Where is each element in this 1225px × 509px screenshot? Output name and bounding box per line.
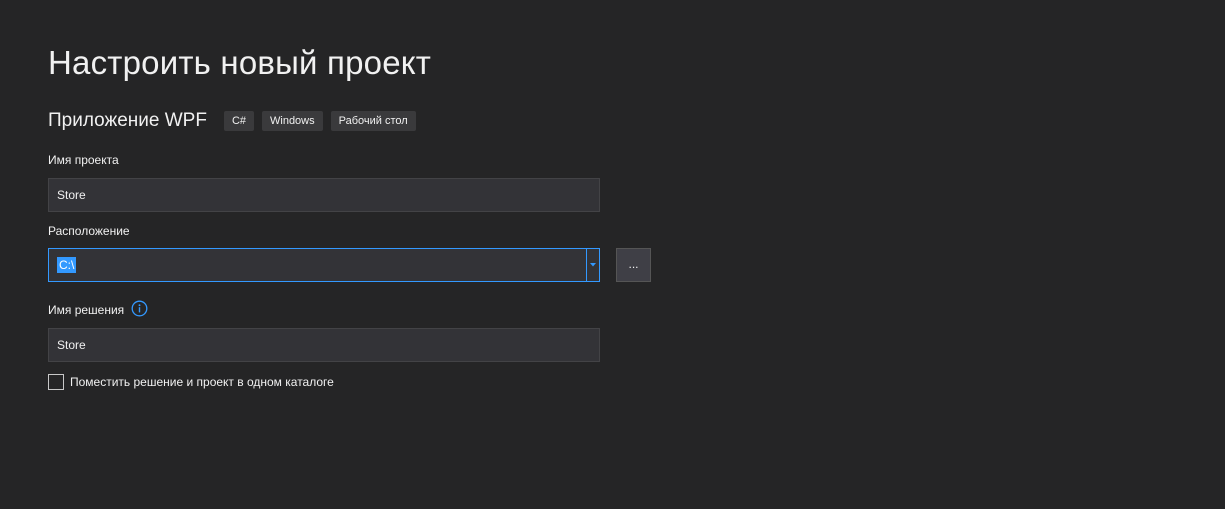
- tag-language: C#: [223, 111, 254, 131]
- solution-name-input[interactable]: Store: [48, 328, 600, 362]
- info-icon[interactable]: [131, 300, 148, 320]
- project-name-label: Имя проекта: [48, 153, 119, 167]
- location-label-text: Расположение: [48, 224, 130, 238]
- solution-name-label: Имя решения: [48, 300, 148, 320]
- tag-platform: Windows: [262, 111, 323, 131]
- location-dropdown-button[interactable]: [586, 249, 599, 281]
- project-name-input[interactable]: Store: [48, 178, 600, 212]
- browse-location-button[interactable]: ...: [616, 248, 651, 282]
- same-directory-checkbox[interactable]: [48, 374, 64, 390]
- configure-project-page: Настроить новый проект Приложение WPF C#…: [0, 0, 1225, 509]
- same-directory-label[interactable]: Поместить решение и проект в одном катал…: [70, 375, 334, 389]
- project-name-label-text: Имя проекта: [48, 153, 119, 167]
- tag-project-type: Рабочий стол: [330, 111, 416, 131]
- template-name: Приложение WPF: [48, 110, 207, 131]
- location-value: C:\: [57, 257, 77, 273]
- location-label: Расположение: [48, 224, 130, 238]
- template-info: Приложение WPF C# Windows Рабочий стол: [48, 110, 424, 132]
- chevron-down-icon: [590, 263, 596, 267]
- location-combobox[interactable]: C:\: [48, 248, 600, 282]
- solution-name-value: Store: [57, 338, 86, 352]
- project-name-value: Store: [57, 188, 86, 202]
- page-title: Настроить новый проект: [48, 44, 432, 81]
- same-directory-option[interactable]: Поместить решение и проект в одном катал…: [48, 374, 334, 390]
- solution-name-label-text: Имя решения: [48, 303, 125, 317]
